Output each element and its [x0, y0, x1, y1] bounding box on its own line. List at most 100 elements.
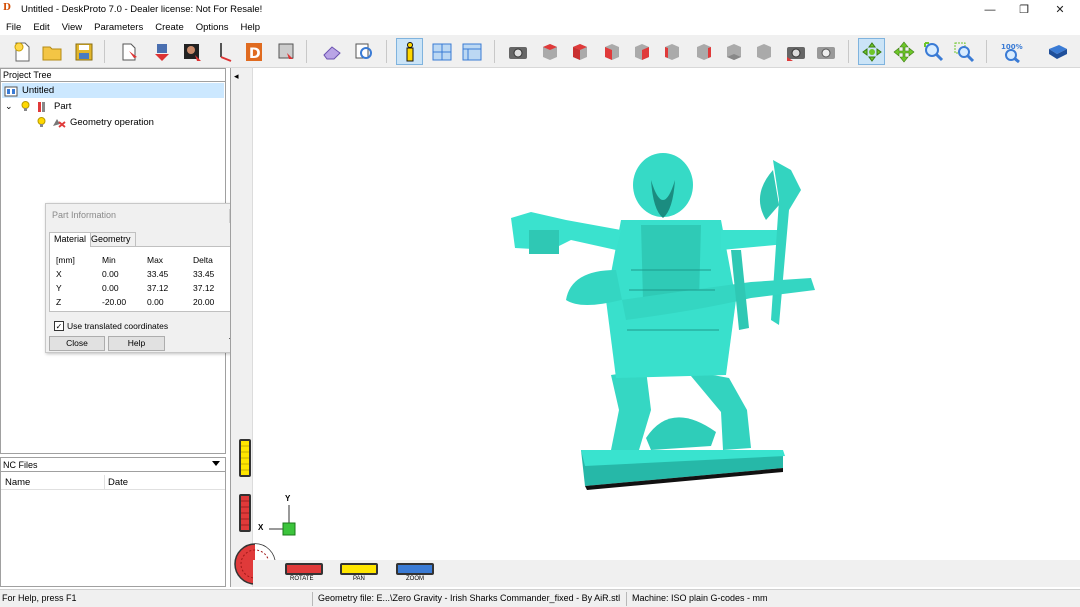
view-right-icon[interactable] [690, 38, 717, 65]
zoom-mode-button[interactable] [396, 563, 434, 575]
column-header-date[interactable]: Date [108, 477, 128, 488]
table-cell: 0.00 [102, 283, 119, 293]
window-title: Untitled - DeskProto 7.0 - Dealer licens… [21, 4, 263, 15]
menu-options[interactable]: Options [196, 22, 229, 33]
preview-zoom-icon[interactable] [350, 38, 377, 65]
tree-item-label: Untitled [22, 85, 55, 96]
view-gray-icon[interactable] [750, 38, 777, 65]
toolbar-separator [848, 40, 849, 63]
light-slider-icon[interactable] [238, 438, 252, 478]
table-cell: Z [56, 297, 62, 307]
project-tree-header: Project Tree [1, 69, 225, 82]
tab-geometry[interactable]: Geometry [86, 232, 136, 246]
view-back-icon[interactable] [628, 38, 655, 65]
close-dialog-button[interactable]: Close [49, 336, 105, 351]
pan-mode-button[interactable] [340, 563, 378, 575]
main-toolbar: D 100% [0, 35, 1080, 68]
column-header-name[interactable]: Name [5, 477, 30, 488]
3d-viewport[interactable]: ◂ Y X ROTATE PAN ZOOM [230, 68, 1080, 587]
status-separator [626, 592, 627, 606]
deskproto-part-icon[interactable]: D [240, 38, 267, 65]
table-header: Delta [193, 255, 213, 265]
view-iso-icon[interactable] [536, 38, 563, 65]
status-bar: For Help, press F1 Geometry file: E...\Z… [0, 589, 1080, 607]
tab-material[interactable]: Material [49, 232, 92, 247]
rotate-mode-label: ROTATE [290, 576, 314, 582]
dropdown-arrow-icon[interactable] [212, 461, 220, 466]
viewport-side-toolbar: ◂ [231, 68, 253, 587]
toolbar-separator [306, 40, 307, 63]
table-cell: 37.12 [193, 283, 215, 293]
zoom-100-icon[interactable]: 100% [998, 38, 1025, 65]
tree-item-untitled[interactable]: Untitled [2, 83, 224, 98]
project-icon [4, 86, 18, 96]
lightbulb-icon[interactable] [21, 101, 30, 112]
table-header: [mm] [56, 255, 75, 265]
view-top-icon[interactable] [566, 38, 593, 65]
camera-restore-icon[interactable] [812, 38, 839, 65]
3d-model[interactable] [511, 150, 821, 490]
tree-item-geometry-operation[interactable]: Geometry operation [37, 115, 217, 130]
camera-icon[interactable] [504, 38, 531, 65]
save-icon[interactable] [70, 38, 97, 65]
import-part-icon[interactable] [148, 38, 175, 65]
open-folder-icon[interactable] [38, 38, 65, 65]
dialog-title: Part Information [52, 210, 117, 220]
status-geometry-file: Geometry file: E...\Zero Gravity - Irish… [318, 593, 621, 603]
use-translated-coordinates-checkbox[interactable]: ✓ [54, 321, 64, 331]
tree-item-label: Geometry operation [70, 117, 154, 128]
tree-item-label: Part [54, 101, 72, 112]
view-left-icon[interactable] [658, 38, 685, 65]
svg-text:D: D [249, 46, 261, 62]
restore-button[interactable]: ❐ [1008, 0, 1040, 19]
part-information-dialog: Part Information Material Geometry [mm] … [45, 203, 246, 353]
minimize-button[interactable]: — [974, 0, 1006, 19]
table-cell: 0.00 [102, 269, 119, 279]
bitmap-icon[interactable] [178, 38, 205, 65]
help-dialog-button[interactable]: Help [108, 336, 165, 351]
pan-mode-label: PAN [353, 576, 365, 582]
close-button[interactable]: ✕ [1044, 0, 1076, 19]
save-part-icon[interactable] [272, 38, 299, 65]
axis-label-x: X [258, 523, 264, 532]
pan-mode-icon[interactable] [890, 38, 917, 65]
menu-file[interactable]: File [6, 22, 21, 33]
menu-view[interactable]: View [62, 22, 82, 33]
vector-icon[interactable] [210, 38, 237, 65]
table-header: Max [147, 255, 164, 265]
view-front-icon[interactable] [598, 38, 625, 65]
new-file-icon[interactable] [8, 38, 35, 65]
zoom-mode-label: ZOOM [406, 576, 424, 582]
help-book-icon[interactable] [1044, 38, 1071, 65]
column-divider[interactable] [104, 475, 105, 490]
menu-help[interactable]: Help [240, 22, 260, 33]
rotate-mode-icon[interactable] [858, 38, 885, 65]
menu-edit[interactable]: Edit [33, 22, 49, 33]
chevron-down-icon[interactable]: ⌄ [5, 101, 15, 112]
status-separator [312, 592, 313, 606]
layout-list-icon[interactable] [458, 38, 485, 65]
table-cell: 37.12 [147, 283, 169, 293]
tree-item-part[interactable]: ⌄ Part [5, 99, 205, 114]
camera-save-icon[interactable] [782, 38, 809, 65]
toolbar-separator [986, 40, 987, 63]
eraser-icon[interactable] [318, 38, 345, 65]
import-geometry-icon[interactable] [116, 38, 143, 65]
view-bottom-icon[interactable] [720, 38, 747, 65]
dialog-title-bar[interactable]: Part Information [46, 204, 245, 227]
nc-files-columns: Name Date [1, 475, 225, 490]
menu-bar: File Edit View Parameters Create Options… [0, 19, 1080, 35]
collapse-panel-icon[interactable]: ◂ [234, 71, 239, 82]
part-info-table: [mm] Min Max Delta X 0.00 33.45 33.45 Y … [49, 246, 243, 312]
part-info-icon[interactable] [396, 38, 423, 65]
menu-parameters[interactable]: Parameters [94, 22, 143, 33]
rotate-mode-button[interactable] [285, 563, 323, 575]
lightbulb-icon[interactable] [37, 117, 46, 128]
table-cell: 0.00 [147, 297, 164, 307]
nc-files-panel: NC Files Name Date [0, 457, 226, 587]
zoom-mode-icon[interactable] [920, 38, 947, 65]
depth-slider-icon[interactable] [238, 493, 252, 533]
menu-create[interactable]: Create [155, 22, 184, 33]
layout-grid-icon[interactable] [428, 38, 455, 65]
zoom-window-icon[interactable] [950, 38, 977, 65]
